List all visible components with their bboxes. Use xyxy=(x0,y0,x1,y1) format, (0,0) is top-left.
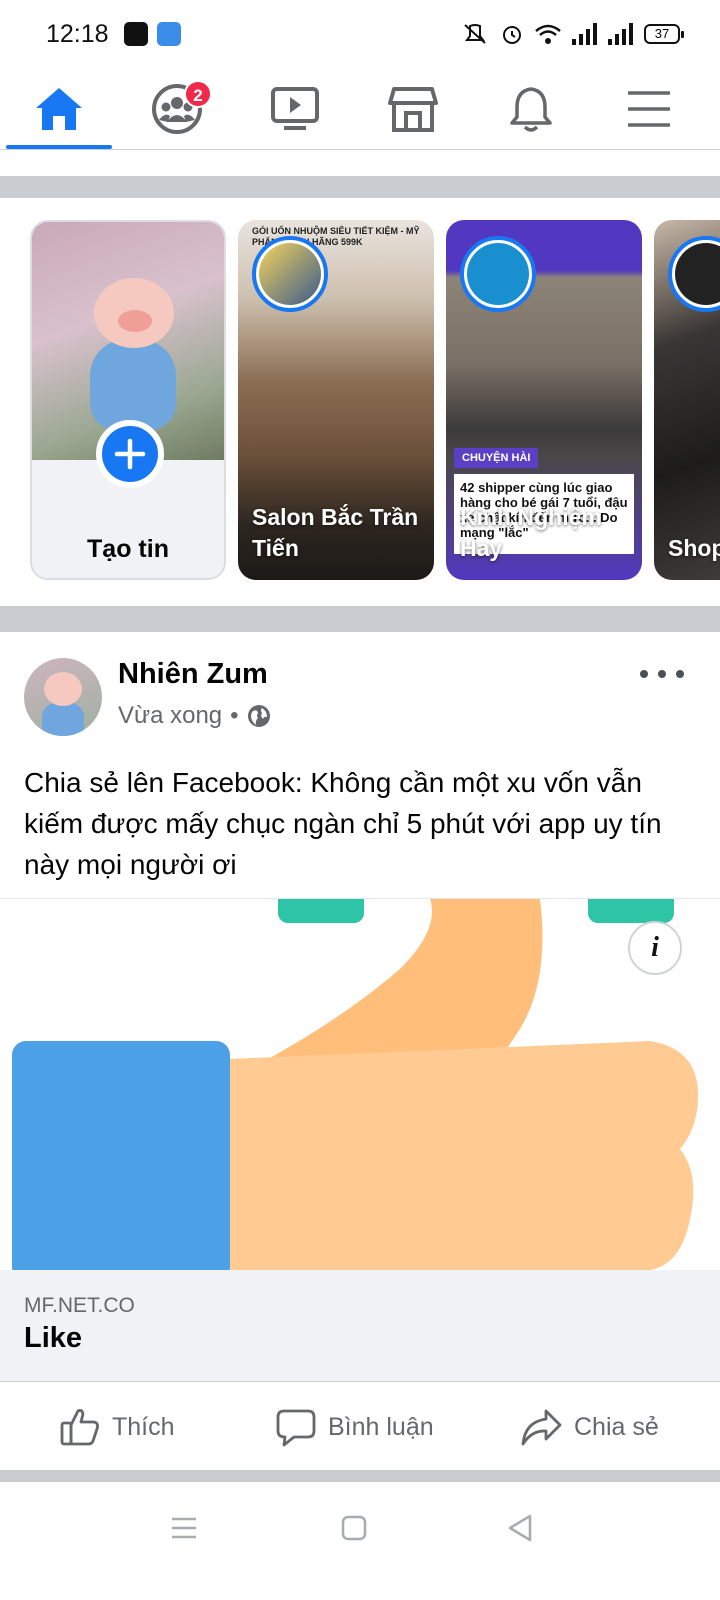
story-author-name: Kinh Nghiệm Hay xyxy=(460,504,602,561)
globe-icon xyxy=(247,705,270,727)
feed-separator xyxy=(0,1470,720,1482)
status-icons: 37 xyxy=(460,20,684,48)
post-timestamp[interactable]: Vừa xong xyxy=(118,702,222,730)
share-button[interactable]: Chia sẻ xyxy=(520,1402,659,1452)
like-label: Thích xyxy=(112,1412,175,1441)
comment-label: Bình luận xyxy=(328,1412,434,1441)
comment-button[interactable]: Bình luận xyxy=(276,1402,434,1452)
mute-vibrate-icon xyxy=(464,24,486,44)
share-icon xyxy=(521,1409,562,1446)
ad-info-button[interactable]: i xyxy=(628,921,682,975)
stories-tray[interactable]: Tạo tin GÓI UỐN NHUỘM SIÊU TIẾT KIỆM - M… xyxy=(0,198,720,606)
feed-separator xyxy=(0,606,720,632)
plus-icon xyxy=(114,438,146,470)
post-text: Chia sẻ lên Facebook: Không cần một xu v… xyxy=(24,767,662,880)
signal-icon-2 xyxy=(608,23,633,45)
create-story-card[interactable]: Tạo tin xyxy=(30,220,226,580)
link-domain: MF.NET.CO xyxy=(24,1294,135,1317)
notification-app-icon xyxy=(124,22,148,46)
nav-home[interactable] xyxy=(4,74,114,144)
notification-hotspot-icon xyxy=(157,22,181,46)
feed-separator xyxy=(0,176,720,198)
menu-icon xyxy=(628,91,670,127)
post-action-bar: Thích Bình luận Chia sẻ xyxy=(0,1384,720,1470)
bell-icon xyxy=(510,87,552,132)
story-avatar xyxy=(460,236,536,312)
link-title: Like xyxy=(24,1322,83,1354)
story-author-name: Shop Xinh xyxy=(668,535,720,561)
groups-badge: 2 xyxy=(184,80,212,108)
create-story-label: Tạo tin xyxy=(87,535,169,563)
nav-active-indicator xyxy=(6,145,112,149)
home-system-button[interactable] xyxy=(334,1508,374,1548)
story-card[interactable]: Shop Xinh xyxy=(654,220,720,580)
wifi-icon xyxy=(535,24,561,44)
comment-icon xyxy=(276,1409,316,1447)
nav-menu[interactable] xyxy=(594,74,704,144)
link-preview-image[interactable]: i xyxy=(0,898,720,1270)
battery-indicator: 37 xyxy=(644,24,684,44)
status-bar: 12:18 37 xyxy=(0,0,720,66)
nav-marketplace[interactable] xyxy=(358,74,468,144)
watch-icon xyxy=(271,87,319,130)
story-card[interactable]: CHUYỆN HÀI 42 shipper cùng lúc giao hàng… xyxy=(446,220,642,580)
story-card[interactable]: GÓI UỐN NHUỘM SIÊU TIẾT KIỆM - MỸ PHẨM C… xyxy=(238,220,434,580)
recent-apps-button[interactable] xyxy=(164,1508,204,1548)
signal-icon-1 xyxy=(572,23,597,45)
share-label: Chia sẻ xyxy=(574,1412,659,1441)
story-caption-tag: CHUYỆN HÀI xyxy=(454,448,539,468)
meta-dot: • xyxy=(230,702,239,729)
back-system-button[interactable] xyxy=(500,1508,540,1548)
square-home-icon xyxy=(341,1515,367,1541)
link-preview-card[interactable]: MF.NET.CO Like xyxy=(0,1270,720,1382)
top-nav-bar: 2 xyxy=(0,66,720,150)
nav-notifications[interactable] xyxy=(476,74,586,144)
marketplace-icon xyxy=(388,87,438,132)
thumbs-up-illustration xyxy=(12,899,699,1270)
story-avatar xyxy=(252,236,328,312)
author-avatar[interactable] xyxy=(24,658,102,736)
nav-watch[interactable] xyxy=(240,74,350,144)
system-navigation-bar xyxy=(0,1482,720,1600)
create-story-plus-button[interactable] xyxy=(96,420,164,488)
post-author-name[interactable]: Nhiên Zum xyxy=(118,658,268,691)
status-time: 12:18 xyxy=(46,20,109,48)
recents-icon xyxy=(172,1517,196,1539)
home-icon xyxy=(36,88,82,130)
back-triangle-icon xyxy=(508,1514,532,1542)
thumbs-up-icon xyxy=(60,1409,99,1446)
info-icon: i xyxy=(651,932,659,963)
nav-groups[interactable]: 2 xyxy=(122,74,232,144)
story-author-name: Salon Bắc Trần Tiến xyxy=(252,504,419,561)
like-button[interactable]: Thích xyxy=(60,1402,175,1452)
post-options-button[interactable] xyxy=(640,662,684,686)
post-meta: Vừa xong • xyxy=(118,702,271,730)
alarm-icon xyxy=(503,26,521,44)
